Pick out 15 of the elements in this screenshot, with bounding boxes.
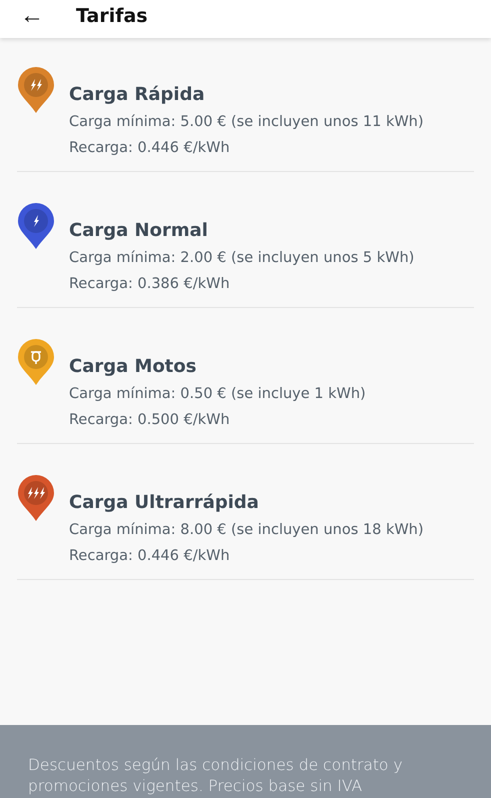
recharge-price: Recarga: 0.500 €/kWh — [69, 411, 231, 430]
tariff-name: Carga Rápida — [69, 84, 206, 105]
minimum-charge: Carga mínima: 0.50 € (se incluye 1 kWh) — [69, 385, 366, 404]
back-button[interactable]: ← — [20, 4, 44, 28]
page-title: Tarifas — [76, 5, 148, 27]
recharge-price: Recarga: 0.386 €/kWh — [69, 275, 231, 294]
tariff-name: Carga Motos — [69, 356, 198, 377]
tariff-name: Carga Normal — [69, 220, 209, 241]
recharge-price: Recarga: 0.446 €/kWh — [69, 547, 231, 566]
minimum-charge: Carga mínima: 8.00 € (se incluyen unos 18 kWh) — [69, 521, 424, 540]
minimum-charge: Carga mínima: 5.00 € (se incluyen unos 11 kWh) — [69, 113, 424, 132]
recharge-price: Recarga: 0.446 €/kWh — [69, 139, 231, 158]
minimum-charge: Carga mínima: 2.00 € (se incluyen unos 5 kWh) — [69, 249, 414, 268]
footer-note: Descuentos según las condiciones de contrato y promociones vigentes. Precios base sin IVA — [28, 755, 404, 797]
tariff-name: Carga Ultrarrápida — [69, 492, 260, 513]
